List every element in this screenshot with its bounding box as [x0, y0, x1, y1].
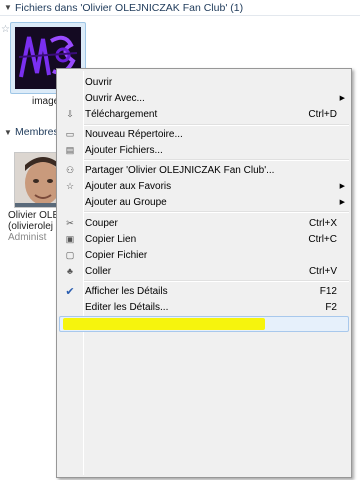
menu-item-copier-fichier[interactable]: ▢ Copier Fichier [59, 247, 349, 263]
menu-item-ouvrir-avec[interactable]: Ouvrir Avec... ▶ [59, 90, 349, 106]
menu-item-label: Nouveau Répertoire... [85, 128, 183, 140]
submenu-arrow-icon: ▶ [339, 95, 345, 102]
paste-icon: ♣ [67, 266, 73, 276]
menu-item-couper[interactable]: ✂ Couper Ctrl+X [59, 215, 349, 231]
scissors-icon: ✂ [66, 217, 74, 228]
collapse-triangle-icon[interactable]: ▼ [4, 3, 15, 12]
star-icon[interactable]: ☆ [1, 24, 10, 35]
menu-item-label: Ajouter Fichiers... [85, 144, 163, 156]
share-icon: ⚇ [65, 164, 75, 175]
unused-99 [59, 315, 349, 331]
unused-8 [59, 295, 349, 311]
folder-icon: ▭ [65, 128, 75, 139]
menu-item-coller[interactable]: ♣ Coller Ctrl+V [59, 263, 349, 279]
menu-item-nouveau-repertoire[interactable]: ▭ Nouveau Répertoire... [59, 126, 349, 142]
menu-item-copier-lien[interactable]: ▣ Copier Lien Ctrl+C [59, 231, 349, 247]
members-section-title: Membres [15, 126, 59, 138]
menu-item-ajouter-favoris[interactable]: ☆ Ajouter aux Favoris ▶ [59, 178, 349, 194]
files-section-header[interactable]: ▼ Fichiers dans 'Olivier OLEJNICZAK Fan … [0, 0, 360, 16]
menu-item-label: Ajouter aux Favoris [85, 180, 172, 192]
menu-item-ouvrir[interactable]: Ouvrir [59, 74, 349, 90]
menu-separator [84, 280, 349, 282]
download-icon: ⇩ [66, 108, 74, 119]
member-username: (olivierolej [8, 221, 54, 232]
member-role: Administ [8, 232, 47, 243]
submenu-arrow-icon: ▶ [339, 183, 345, 190]
menu-item-shortcut: Ctrl+C [308, 233, 337, 245]
menu-item-shortcut: Ctrl+D [308, 108, 337, 120]
menu-item-label: Partager 'Olivier OLEJNICZAK Fan Club'..… [85, 164, 275, 176]
menu-separator [84, 159, 349, 161]
submenu-arrow-icon: ▶ [339, 199, 345, 206]
link-icon: ▣ [65, 233, 75, 244]
menu-item-label: Téléchargement [85, 108, 158, 120]
add-file-icon: ▤ [65, 144, 75, 155]
menu-item-label: Copier Fichier [85, 249, 148, 261]
menu-item-partager[interactable]: ⚇ Partager 'Olivier OLEJNICZAK Fan Club'… [59, 162, 349, 178]
menu-item-label: Ouvrir [85, 76, 113, 88]
menu-item-label: Coller [85, 265, 112, 277]
menu-item-shortcut: Ctrl+V [308, 265, 337, 277]
collapse-triangle-icon[interactable]: ▼ [4, 128, 15, 137]
menu-separator [84, 211, 349, 213]
menu-item-label: Ouvrir Avec... [85, 92, 145, 104]
context-menu: Ouvrir Ouvrir Avec... ▶ ⇩ Téléchargement… [56, 68, 352, 478]
star-icon: ☆ [65, 180, 75, 191]
menu-item-label: Copier Lien [85, 233, 137, 245]
menu-item-label: Couper [85, 217, 118, 229]
files-section-title: Fichiers dans 'Olivier OLEJNICZAK Fan Cl… [15, 1, 244, 14]
menu-item-shortcut: Ctrl+X [308, 217, 337, 229]
menu-item-ajouter-groupe[interactable]: Ajouter au Groupe ▶ [59, 194, 349, 210]
menu-item-telechargement[interactable]: ⇩ Téléchargement Ctrl+D [59, 106, 349, 122]
menu-item-ajouter-fichiers[interactable]: ▤ Ajouter Fichiers... [59, 142, 349, 158]
menu-item-label: Ajouter au Groupe [85, 196, 167, 208]
copy-icon: ▢ [65, 249, 75, 260]
